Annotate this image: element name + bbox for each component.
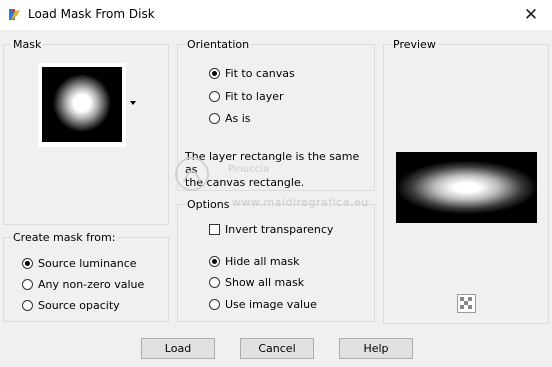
radio-icon[interactable] — [209, 277, 220, 288]
radio-icon[interactable] — [209, 68, 220, 79]
checkbox-icon[interactable] — [209, 224, 220, 235]
radio-label: Hide all mask — [225, 255, 300, 268]
mask-thumbnail[interactable] — [42, 67, 122, 142]
title-bar: Load Mask From Disk ✕ — [0, 0, 552, 30]
radio-source-opacity[interactable]: Source opacity — [22, 298, 120, 314]
orientation-info-line1: The layer rectangle is the same as — [185, 150, 360, 176]
window-title: Load Mask From Disk — [28, 7, 155, 21]
radio-label: Use image value — [225, 298, 317, 311]
radio-use-image-value[interactable]: Use image value — [209, 297, 317, 313]
radio-label: Fit to canvas — [225, 67, 295, 80]
zoom-preview-icon[interactable] — [457, 294, 476, 313]
radio-show-all-mask[interactable]: Show all mask — [209, 275, 304, 291]
radio-source-luminance[interactable]: Source luminance — [22, 256, 137, 272]
mask-group-label: Mask — [11, 38, 44, 51]
radio-any-non-zero[interactable]: Any non-zero value — [22, 277, 144, 293]
cancel-button[interactable]: Cancel — [240, 338, 314, 359]
checkbox-label: Invert transparency — [225, 223, 334, 236]
orientation-info-line2: the canvas rectangle. — [185, 176, 305, 189]
preview-image — [396, 152, 537, 223]
radio-icon[interactable] — [209, 91, 220, 102]
help-button[interactable]: Help — [339, 338, 413, 359]
radio-label: Source opacity — [38, 299, 120, 312]
radio-label: Fit to layer — [225, 90, 284, 103]
app-icon — [9, 9, 20, 20]
preview-group-label: Preview — [391, 38, 438, 51]
radio-icon[interactable] — [209, 256, 220, 267]
options-group-label: Options — [185, 198, 232, 211]
mask-dropdown-arrow-icon[interactable] — [130, 101, 136, 105]
radio-label: Show all mask — [225, 276, 305, 289]
radio-icon[interactable] — [209, 299, 220, 310]
radio-icon[interactable] — [22, 258, 33, 269]
create-mask-group-label: Create mask from: — [11, 231, 118, 244]
radio-hide-all-mask[interactable]: Hide all mask — [209, 254, 299, 270]
close-button[interactable]: ✕ — [519, 4, 543, 26]
radio-label: Source luminance — [38, 257, 137, 270]
radio-fit-to-layer[interactable]: Fit to layer — [209, 89, 284, 105]
radio-label: As is — [225, 112, 251, 125]
radio-icon[interactable] — [22, 300, 33, 311]
load-button[interactable]: Load — [141, 338, 215, 359]
orientation-group-label: Orientation — [185, 38, 252, 51]
checkbox-invert-transparency[interactable]: Invert transparency — [209, 222, 333, 238]
radio-icon[interactable] — [209, 113, 220, 124]
radio-icon[interactable] — [22, 279, 33, 290]
radio-as-is[interactable]: As is — [209, 111, 251, 127]
radio-fit-to-canvas[interactable]: Fit to canvas — [209, 66, 295, 82]
orientation-info: The layer rectangle is the same as the c… — [185, 150, 375, 189]
radio-label: Any non-zero value — [38, 278, 145, 291]
